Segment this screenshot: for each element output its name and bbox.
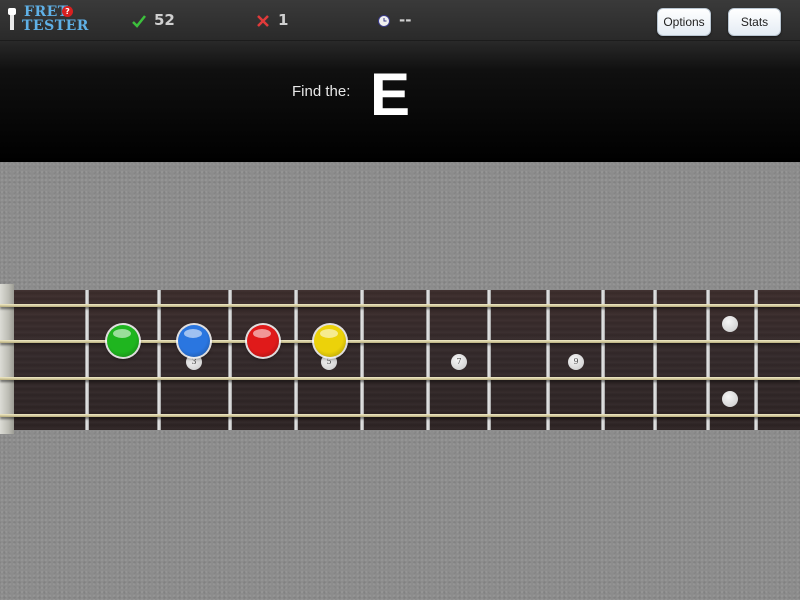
- key-icon: [8, 8, 16, 30]
- fret-2[interactable]: [157, 290, 161, 430]
- fret-1[interactable]: [85, 290, 89, 430]
- divider: [0, 40, 800, 41]
- string-1[interactable]: [0, 304, 800, 307]
- answer-dot-yellow[interactable]: [314, 325, 346, 357]
- correct-count-value: 52: [154, 11, 175, 29]
- fret-3[interactable]: [228, 290, 232, 430]
- clock-icon: [378, 14, 390, 27]
- answer-dot-red[interactable]: [247, 325, 279, 357]
- fret-4[interactable]: [294, 290, 298, 430]
- wrong-count-value: 1: [278, 11, 289, 29]
- fret-12[interactable]: [754, 290, 758, 430]
- answer-dot-blue[interactable]: [178, 325, 210, 357]
- top-bar: FRET TESTER ? 52 1 -- Options Stats Find…: [0, 0, 800, 162]
- correct-count: 52: [132, 11, 175, 29]
- x-icon: [257, 14, 269, 27]
- stats-button[interactable]: Stats: [728, 8, 781, 36]
- fret-8[interactable]: [546, 290, 550, 430]
- app-logo: FRET TESTER ?: [6, 4, 88, 34]
- fret-10[interactable]: [653, 290, 657, 430]
- fret-marker-9: 9: [568, 354, 584, 370]
- answer-dot-green[interactable]: [107, 325, 139, 357]
- fret-6[interactable]: [426, 290, 430, 430]
- fret-marker-7: 7: [451, 354, 467, 370]
- timer-value: --: [399, 11, 412, 29]
- logo-text-tester: TESTER: [22, 18, 89, 34]
- fret-7[interactable]: [487, 290, 491, 430]
- wrong-count: 1: [256, 11, 288, 29]
- check-icon: [132, 14, 146, 28]
- options-button[interactable]: Options: [657, 8, 711, 36]
- fret-marker-12-lower: [722, 391, 738, 407]
- string-3[interactable]: [0, 377, 800, 380]
- fretboard: [0, 290, 800, 430]
- fret-marker-12-upper: [722, 316, 738, 332]
- prompt-label: Find the:: [292, 83, 351, 100]
- string-4[interactable]: [0, 414, 800, 417]
- fret-9[interactable]: [601, 290, 605, 430]
- target-note: E: [370, 61, 411, 128]
- timer: --: [377, 11, 411, 29]
- fret-5[interactable]: [360, 290, 364, 430]
- fret-11[interactable]: [706, 290, 710, 430]
- logo-question-badge: ?: [62, 6, 73, 17]
